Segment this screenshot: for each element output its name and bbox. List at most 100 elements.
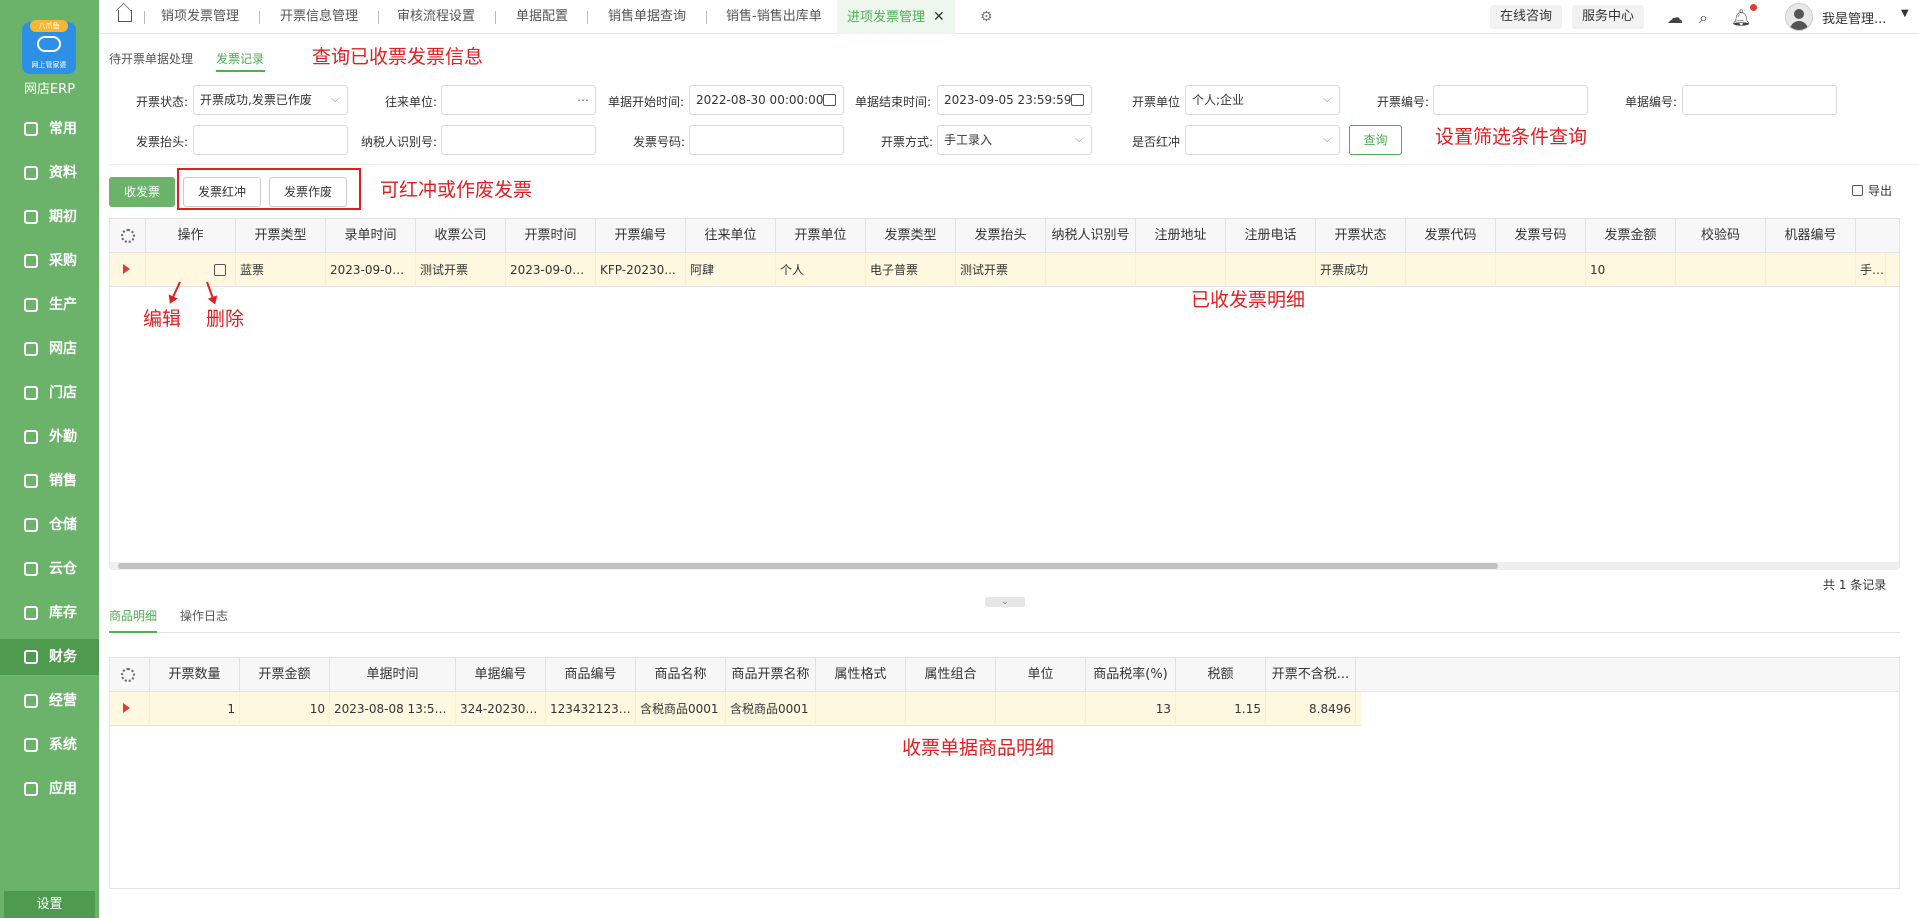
tab-goods-detail[interactable]: 商品明细: [109, 607, 157, 624]
column-header[interactable]: 开票类型: [236, 219, 326, 253]
sidebar-item-9[interactable]: 仓储: [0, 507, 99, 543]
column-header[interactable]: 注册电话: [1226, 219, 1316, 253]
invoice-no-input[interactable]: [1433, 85, 1588, 115]
column-header[interactable]: 纳税人识别号: [1046, 219, 1136, 253]
column-header[interactable]: 商品开票名称: [726, 658, 816, 692]
column-settings-gear-icon[interactable]: [121, 229, 135, 243]
column-settings-gear-icon[interactable]: [121, 668, 135, 682]
column-header[interactable]: 商品编号: [546, 658, 636, 692]
more-icon[interactable]: …: [577, 86, 589, 111]
column-header[interactable]: 税额: [1176, 658, 1266, 692]
sidebar-item-3[interactable]: 采购: [0, 243, 99, 279]
sidebar-item-8[interactable]: 销售: [0, 463, 99, 499]
invoice-unit-select[interactable]: 个人;企业 ⌵: [1185, 85, 1340, 115]
column-header[interactable]: 开票编号: [596, 219, 686, 253]
service-center-button[interactable]: 服务中心: [1572, 5, 1645, 29]
sidebar-item-4[interactable]: 生产: [0, 287, 99, 323]
edit-icon[interactable]: [214, 264, 226, 276]
column-header[interactable]: 注册地址: [1136, 219, 1226, 253]
column-header[interactable]: 发票金额: [1586, 219, 1676, 253]
red-flush-select[interactable]: ⌵: [1185, 125, 1340, 155]
sidebar-item-0[interactable]: 常用: [0, 111, 99, 147]
sidebar-item-label: 常用: [49, 121, 77, 137]
receive-invoice-button[interactable]: 收发票: [109, 177, 175, 207]
column-header[interactable]: 开票金额: [240, 658, 330, 692]
sidebar-item-5[interactable]: 网店: [0, 331, 99, 367]
tab-approval-flow[interactable]: 审核流程设置: [397, 0, 475, 34]
tab-sales-outbound[interactable]: 销售-销售出库单: [726, 0, 822, 34]
sidebar-item-7[interactable]: 外勤: [0, 419, 99, 455]
cloud-download-icon[interactable]: ☁: [1667, 8, 1683, 27]
annotation-red-void: 可红冲或作废发票: [380, 179, 533, 201]
sidebar-item-15[interactable]: 应用: [0, 771, 99, 807]
online-consult-button[interactable]: 在线咨询: [1490, 5, 1563, 29]
column-header[interactable]: 属性组合: [906, 658, 996, 692]
search-icon[interactable]: ⌕: [1699, 8, 1708, 28]
column-header[interactable]: 机器编号: [1766, 219, 1856, 253]
void-invoice-button[interactable]: 发票作废: [269, 177, 347, 207]
column-header[interactable]: 往来单位: [686, 219, 776, 253]
partner-input[interactable]: …: [441, 85, 596, 115]
subtab-pending[interactable]: 待开票单据处理: [109, 50, 193, 67]
tab-bill-config[interactable]: 单据配置: [516, 0, 568, 34]
sidebar-item-13[interactable]: 经营: [0, 683, 99, 719]
tab-settings-gear-icon[interactable]: ⚙: [980, 9, 993, 25]
user-name[interactable]: 我是管理...: [1822, 8, 1886, 27]
column-header[interactable]: 发票号码: [1496, 219, 1586, 253]
method-select[interactable]: 手工录入 ⌵: [937, 125, 1092, 155]
column-header[interactable]: 校验码: [1676, 219, 1766, 253]
chevron-down-icon[interactable]: ▼: [1901, 8, 1909, 19]
export-button[interactable]: 导出: [1852, 182, 1892, 199]
column-header[interactable]: 开票不含税...: [1266, 658, 1356, 692]
column-header[interactable]: 单据时间: [330, 658, 456, 692]
query-button[interactable]: 查询: [1349, 125, 1402, 155]
sidebar-item-6[interactable]: 门店: [0, 375, 99, 411]
home-icon[interactable]: [118, 10, 132, 22]
collapse-handle-icon[interactable]: ⌄: [985, 597, 1025, 607]
column-header[interactable]: 发票类型: [866, 219, 956, 253]
column-header[interactable]: 商品名称: [636, 658, 726, 692]
column-header[interactable]: 商品税率(%): [1086, 658, 1176, 692]
column-header[interactable]: 单据编号: [456, 658, 546, 692]
red-flush-button[interactable]: 发票红冲: [183, 177, 261, 207]
horizontal-scrollbar[interactable]: [110, 562, 1899, 570]
column-header[interactable]: 开票时间: [506, 219, 596, 253]
taxid-input[interactable]: [441, 125, 596, 155]
column-header[interactable]: 收票公司: [416, 219, 506, 253]
tab-invoice-info[interactable]: 开票信息管理: [280, 0, 358, 34]
column-header[interactable]: 开票状态: [1316, 219, 1406, 253]
tab-purchase-invoice[interactable]: 进项发票管理 ✕: [837, 0, 955, 34]
bill-no-input[interactable]: [1682, 85, 1837, 115]
sidebar-item-label: 网店: [49, 341, 77, 357]
sidebar-item-11[interactable]: 库存: [0, 595, 99, 631]
sidebar-item-1[interactable]: 资料: [0, 155, 99, 191]
sidebar-item-14[interactable]: 系统: [0, 727, 99, 763]
end-time-input[interactable]: 2023-09-05 23:59:59: [937, 85, 1092, 115]
close-icon[interactable]: ✕: [933, 9, 945, 25]
table-row[interactable]: 蓝票 2023-09-05 1... 测试开票 2023-09-05 1... KFP-…: [110, 253, 1899, 287]
tab-sales-query[interactable]: 销售单据查询: [608, 0, 686, 34]
table-row[interactable]: 1 10 2023-08-08 13:52:39 324-202308... 12343…: [110, 692, 1361, 726]
column-header[interactable]: 单位: [996, 658, 1086, 692]
tab-sales-invoice[interactable]: 销项发票管理: [161, 0, 239, 34]
column-header[interactable]: 发票代码: [1406, 219, 1496, 253]
column-header[interactable]: 开票数量: [150, 658, 240, 692]
invoice-number-input[interactable]: [689, 125, 844, 155]
settings-button[interactable]: 设置: [4, 891, 95, 918]
scrollbar-thumb[interactable]: [118, 563, 1498, 569]
column-header[interactable]: 录单时间: [326, 219, 416, 253]
sidebar-item-2[interactable]: 期初: [0, 199, 99, 235]
column-header[interactable]: 属性格式: [816, 658, 906, 692]
column-header[interactable]: 操作: [146, 219, 236, 253]
column-header[interactable]: 发票抬头: [956, 219, 1046, 253]
column-header[interactable]: 开票单位: [776, 219, 866, 253]
avatar[interactable]: [1785, 3, 1813, 31]
subtab-records[interactable]: 发票记录: [216, 50, 264, 67]
bell-icon[interactable]: 🔔︎: [1731, 8, 1751, 27]
tab-operation-log[interactable]: 操作日志: [180, 607, 228, 624]
invoice-header-input[interactable]: [193, 125, 348, 155]
start-time-input[interactable]: 2022-08-30 00:00:00: [689, 85, 844, 115]
sidebar-item-10[interactable]: 云仓: [0, 551, 99, 587]
sidebar-item-12[interactable]: 财务: [0, 639, 99, 675]
status-select[interactable]: 开票成功,发票已作废 ⌵: [193, 85, 348, 115]
